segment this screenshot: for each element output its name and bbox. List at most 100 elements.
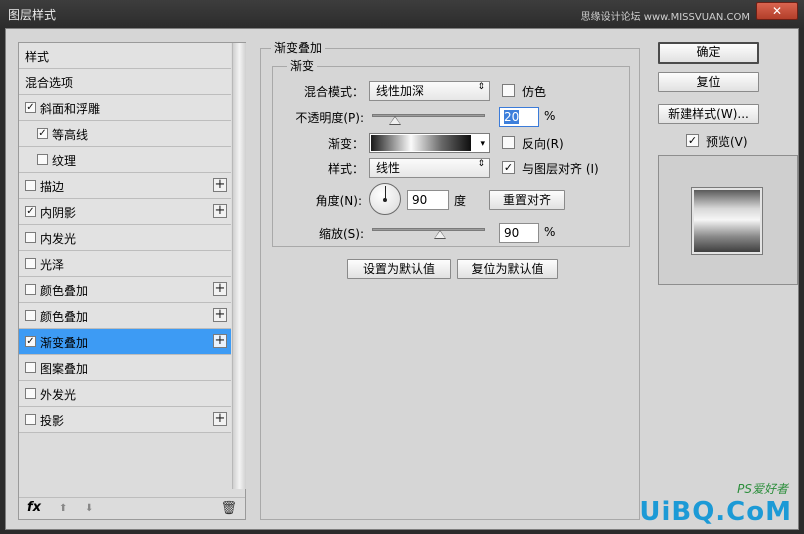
top-watermark: 思缘设计论坛 www.MISSVUAN.COM <box>580 12 750 23</box>
style-checkbox[interactable]: ✓ <box>25 206 36 217</box>
align-with-layer-checkbox[interactable]: ✓ <box>502 161 515 174</box>
scale-input[interactable]: 90 <box>499 223 539 243</box>
style-select[interactable]: 线性 ⇕ <box>369 158 490 178</box>
gradient-group-title: 渐变 <box>287 57 318 74</box>
reset-align-button[interactable]: 重置对齐 <box>489 190 565 210</box>
opacity-slider-thumb[interactable] <box>388 116 401 125</box>
reset-button[interactable]: 复位 <box>658 72 759 92</box>
styles-list-panel: 样式 混合选项 ✓ 斜面和浮雕 ✓ 等高线 纹理 描边 + ✓ 内阴影 + 内发光 光泽 颜色叠加 + 颜色叠加… <box>18 42 246 520</box>
style-checkbox[interactable] <box>25 362 36 373</box>
gradient-picker[interactable]: ▾ <box>369 133 490 153</box>
style-list-label: 投影 <box>40 414 65 428</box>
style-list-item[interactable]: 纹理 <box>19 147 231 173</box>
move-down-icon[interactable]: ⬇ <box>85 503 93 514</box>
style-list-label: 颜色叠加 <box>40 284 89 298</box>
style-list-item[interactable]: 颜色叠加 + <box>19 303 231 329</box>
reverse-label: 反向(R) <box>522 137 564 151</box>
styles-list-scrollbar[interactable] <box>232 43 246 489</box>
style-list-label: 样式 <box>25 50 50 64</box>
add-effect-plus-icon[interactable]: + <box>213 204 227 218</box>
preview-swatch <box>692 188 762 254</box>
style-list-item[interactable]: ✓ 等高线 <box>19 121 231 147</box>
style-list-label: 外发光 <box>40 388 77 402</box>
ok-button[interactable]: 确定 <box>658 42 759 64</box>
style-list-item[interactable]: ✓ 斜面和浮雕 <box>19 95 231 121</box>
opacity-label: 不透明度(P): <box>295 111 364 125</box>
angle-dial-center <box>383 198 387 202</box>
styles-list-footer: fx ⬆ ⬇ 🗑 <box>19 497 245 519</box>
window-title: 图层样式 <box>8 8 57 22</box>
updown-icon: ⇕ <box>477 159 485 169</box>
style-checkbox[interactable] <box>25 180 36 191</box>
watermark-logo: UiBQ.CoM <box>639 497 792 527</box>
add-effect-plus-icon[interactable]: + <box>213 308 227 322</box>
dropdown-arrow-icon[interactable]: ▾ <box>480 139 485 149</box>
style-list-label: 混合选项 <box>25 76 74 90</box>
scale-unit: % <box>544 225 556 239</box>
preview-checkbox[interactable]: ✓ <box>686 134 699 147</box>
style-checkbox[interactable] <box>25 258 36 269</box>
close-button[interactable]: ✕ <box>756 2 798 20</box>
style-list-item[interactable]: 投影 + <box>19 407 231 433</box>
style-value: 线性 <box>376 161 401 175</box>
style-list-item[interactable]: 图案叠加 <box>19 355 231 381</box>
watermark-sub: PS爱好者 <box>737 482 788 496</box>
opacity-unit: % <box>544 109 556 123</box>
scale-label: 缩放(S): <box>318 227 364 241</box>
add-effect-plus-icon[interactable]: + <box>213 412 227 426</box>
style-checkbox[interactable]: ✓ <box>37 128 48 139</box>
angle-input[interactable]: 90 <box>407 190 449 210</box>
style-list-label: 描边 <box>40 180 65 194</box>
reverse-checkbox[interactable] <box>502 136 515 149</box>
blend-mode-select[interactable]: 线性加深 ⇕ <box>369 81 490 101</box>
angle-label: 角度(N): <box>315 194 362 208</box>
style-checkbox[interactable] <box>25 388 36 399</box>
style-list-label: 内阴影 <box>40 206 77 220</box>
scale-slider-thumb[interactable] <box>433 230 446 239</box>
style-list-label: 等高线 <box>52 128 89 142</box>
style-checkbox[interactable] <box>25 284 36 295</box>
style-list-label: 内发光 <box>40 232 77 246</box>
section-title: 渐变叠加 <box>271 39 326 56</box>
style-checkbox[interactable] <box>37 154 48 165</box>
angle-unit: 度 <box>454 194 467 208</box>
set-as-default-button[interactable]: 设置为默认值 <box>347 259 451 279</box>
move-up-icon[interactable]: ⬆ <box>59 503 67 514</box>
add-effect-plus-icon[interactable]: + <box>213 282 227 296</box>
style-list-item[interactable]: 光泽 <box>19 251 231 277</box>
style-list-label: 纹理 <box>52 154 77 168</box>
style-list-item[interactable]: 颜色叠加 + <box>19 277 231 303</box>
style-checkbox[interactable] <box>25 310 36 321</box>
preview-area <box>658 155 798 285</box>
style-list-item[interactable]: 混合选项 <box>19 69 231 95</box>
style-list-item[interactable]: 样式 <box>19 43 231 69</box>
style-list-item[interactable]: ✓ 渐变叠加 + <box>19 329 231 355</box>
trash-icon[interactable]: 🗑 <box>220 501 237 516</box>
gradient-preview-bar[interactable] <box>371 135 471 151</box>
style-checkbox[interactable]: ✓ <box>25 102 36 113</box>
style-list-item[interactable]: ✓ 内阴影 + <box>19 199 231 225</box>
dither-checkbox[interactable] <box>502 84 515 97</box>
add-effect-plus-icon[interactable]: + <box>213 178 227 192</box>
opacity-input[interactable]: 20 <box>499 107 539 127</box>
style-checkbox[interactable] <box>25 414 36 425</box>
fx-button[interactable]: fx <box>27 500 41 515</box>
style-list-item[interactable]: 内发光 <box>19 225 231 251</box>
reset-to-default-button[interactable]: 复位为默认值 <box>457 259 558 279</box>
style-list-item[interactable]: 外发光 <box>19 381 231 407</box>
style-list-label: 光泽 <box>40 258 65 272</box>
style-checkbox[interactable]: ✓ <box>25 336 36 347</box>
style-label: 样式： <box>327 162 364 176</box>
style-checkbox[interactable] <box>25 232 36 243</box>
gradient-label: 渐变： <box>327 137 364 151</box>
style-list-item[interactable]: 描边 + <box>19 173 231 199</box>
new-style-button[interactable]: 新建样式(W)... <box>658 104 759 124</box>
scale-slider-track[interactable] <box>372 228 485 231</box>
add-effect-plus-icon[interactable]: + <box>213 334 227 348</box>
style-list-label: 颜色叠加 <box>40 310 89 324</box>
styles-list: 样式 混合选项 ✓ 斜面和浮雕 ✓ 等高线 纹理 描边 + ✓ 内阴影 + 内发光 光泽 颜色叠加 + 颜色叠加… <box>19 43 231 433</box>
layer-style-dialog: 样式 混合选项 ✓ 斜面和浮雕 ✓ 等高线 纹理 描边 + ✓ 内阴影 + 内发光 光泽 颜色叠加 + 颜色叠加… <box>5 28 799 530</box>
style-list-label: 渐变叠加 <box>40 336 89 350</box>
title-bar: 图层样式 思缘设计论坛 www.MISSVUAN.COM ✕ <box>0 0 804 28</box>
angle-dial[interactable] <box>369 183 401 215</box>
